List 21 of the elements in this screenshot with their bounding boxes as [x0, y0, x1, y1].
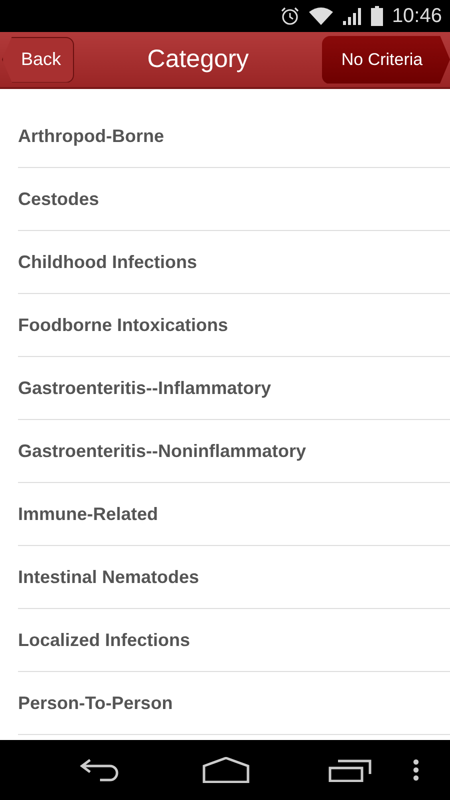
category-item[interactable]: Childhood Infections [18, 252, 197, 272]
category-item[interactable]: Intestinal Nematodes [18, 566, 200, 588]
category-item[interactable]: Foodborne Intoxications [18, 314, 228, 336]
category-item[interactable]: Cestodes [18, 188, 100, 210]
criteria-button[interactable]: No Criteria [322, 36, 450, 84]
signal-icon [342, 7, 362, 25]
category-item[interactable]: Localized Infections [18, 630, 190, 650]
category-item[interactable]: Gastroenteritis--Noninflammatory [18, 440, 306, 462]
clock-time: 10:46 [392, 4, 442, 28]
back-button[interactable]: Back [2, 36, 74, 82]
category-item[interactable]: Person-To-Person [18, 692, 173, 714]
category-item[interactable]: Immune-Related [18, 504, 158, 524]
wifi-icon [308, 7, 333, 25]
home-icon[interactable] [202, 757, 250, 783]
category-item[interactable]: Arthropod-Borne [18, 126, 164, 146]
recent-apps-icon[interactable] [328, 758, 372, 782]
battery-icon [370, 6, 383, 26]
alarm-icon [280, 6, 300, 26]
category-item[interactable]: Gastroenteritis--Inflammatory [18, 378, 272, 398]
screen-title: Category [147, 45, 249, 74]
menu-icon[interactable] [412, 758, 420, 782]
